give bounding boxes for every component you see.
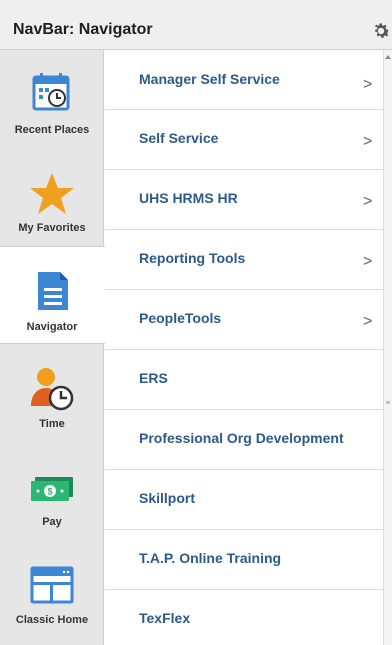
resize-grip-icon[interactable]: ≡ [386,400,390,407]
menu-item-label: Professional Org Development [139,430,344,446]
menu-item-self-service[interactable]: Self Service > [105,110,383,170]
menu-item-label: ERS [139,370,168,386]
sidebar-item-label: Pay [42,516,62,528]
sidebar-item-label: Navigator [26,321,78,333]
navigator-menu: Manager Self Service > Self Service > UH… [105,50,383,645]
navbar-sidebar: Recent Places My Favorites Navigator Tim… [0,50,105,645]
sidebar-item-navigator[interactable]: Navigator [0,246,105,344]
person-clock-icon [31,368,74,411]
star-icon [30,173,74,214]
menu-item-label: T.A.P. Online Training [139,550,282,566]
menu-item-label: Reporting Tools [139,250,246,266]
window-icon [30,566,74,604]
menu-item-label: Self Service [139,130,219,146]
sidebar-item-my-favorites[interactable]: My Favorites [0,148,104,246]
sidebar-item-label: Time [39,418,65,430]
scrollbar[interactable]: ≡ [383,50,392,645]
chevron-right-icon: > [363,193,373,210]
chevron-right-icon: > [363,76,373,93]
menu-item-label: Manager Self Service [139,71,280,87]
page-title: NavBar: Navigator [13,21,153,38]
scroll-up-arrow-icon[interactable] [385,55,391,59]
sidebar-item-time[interactable]: Time [0,344,104,442]
document-icon [37,272,68,310]
menu-item-professional-org-development[interactable]: Professional Org Development [105,410,383,470]
menu-item-uhs-hrms-hr[interactable]: UHS HRMS HR > [105,170,383,230]
sidebar-item-label: Classic Home [15,614,89,626]
sidebar-item-classic-home[interactable]: Classic Home [0,540,104,638]
calendar-clock-icon [32,73,70,111]
chevron-right-icon: > [363,313,373,330]
menu-item-peopletools[interactable]: PeopleTools > [105,290,383,350]
sidebar-item-pay[interactable]: $ Pay [0,442,104,540]
chevron-right-icon: > [363,133,373,150]
menu-item-tap-online-training[interactable]: T.A.P. Online Training [105,530,383,590]
navbar-header: NavBar: Navigator [0,0,392,50]
menu-item-texflex[interactable]: TexFlex [105,590,383,645]
menu-item-ers[interactable]: ERS [105,350,383,410]
sidebar-item-label: Recent Places [14,124,90,136]
menu-item-label: PeopleTools [139,310,222,326]
menu-item-manager-self-service[interactable]: Manager Self Service > [105,50,383,110]
chevron-right-icon: > [363,253,373,270]
menu-item-label: TexFlex [139,610,191,626]
gear-icon[interactable] [370,20,392,42]
menu-item-skillport[interactable]: Skillport [105,470,383,530]
sidebar-item-recent-places[interactable]: Recent Places [0,50,104,148]
menu-item-label: Skillport [139,490,196,506]
sidebar-item-label: My Favorites [18,222,86,234]
menu-item-reporting-tools[interactable]: Reporting Tools > [105,230,383,290]
menu-item-label: UHS HRMS HR [139,190,238,206]
money-icon: $ [31,477,73,501]
svg-text:$: $ [47,487,52,497]
